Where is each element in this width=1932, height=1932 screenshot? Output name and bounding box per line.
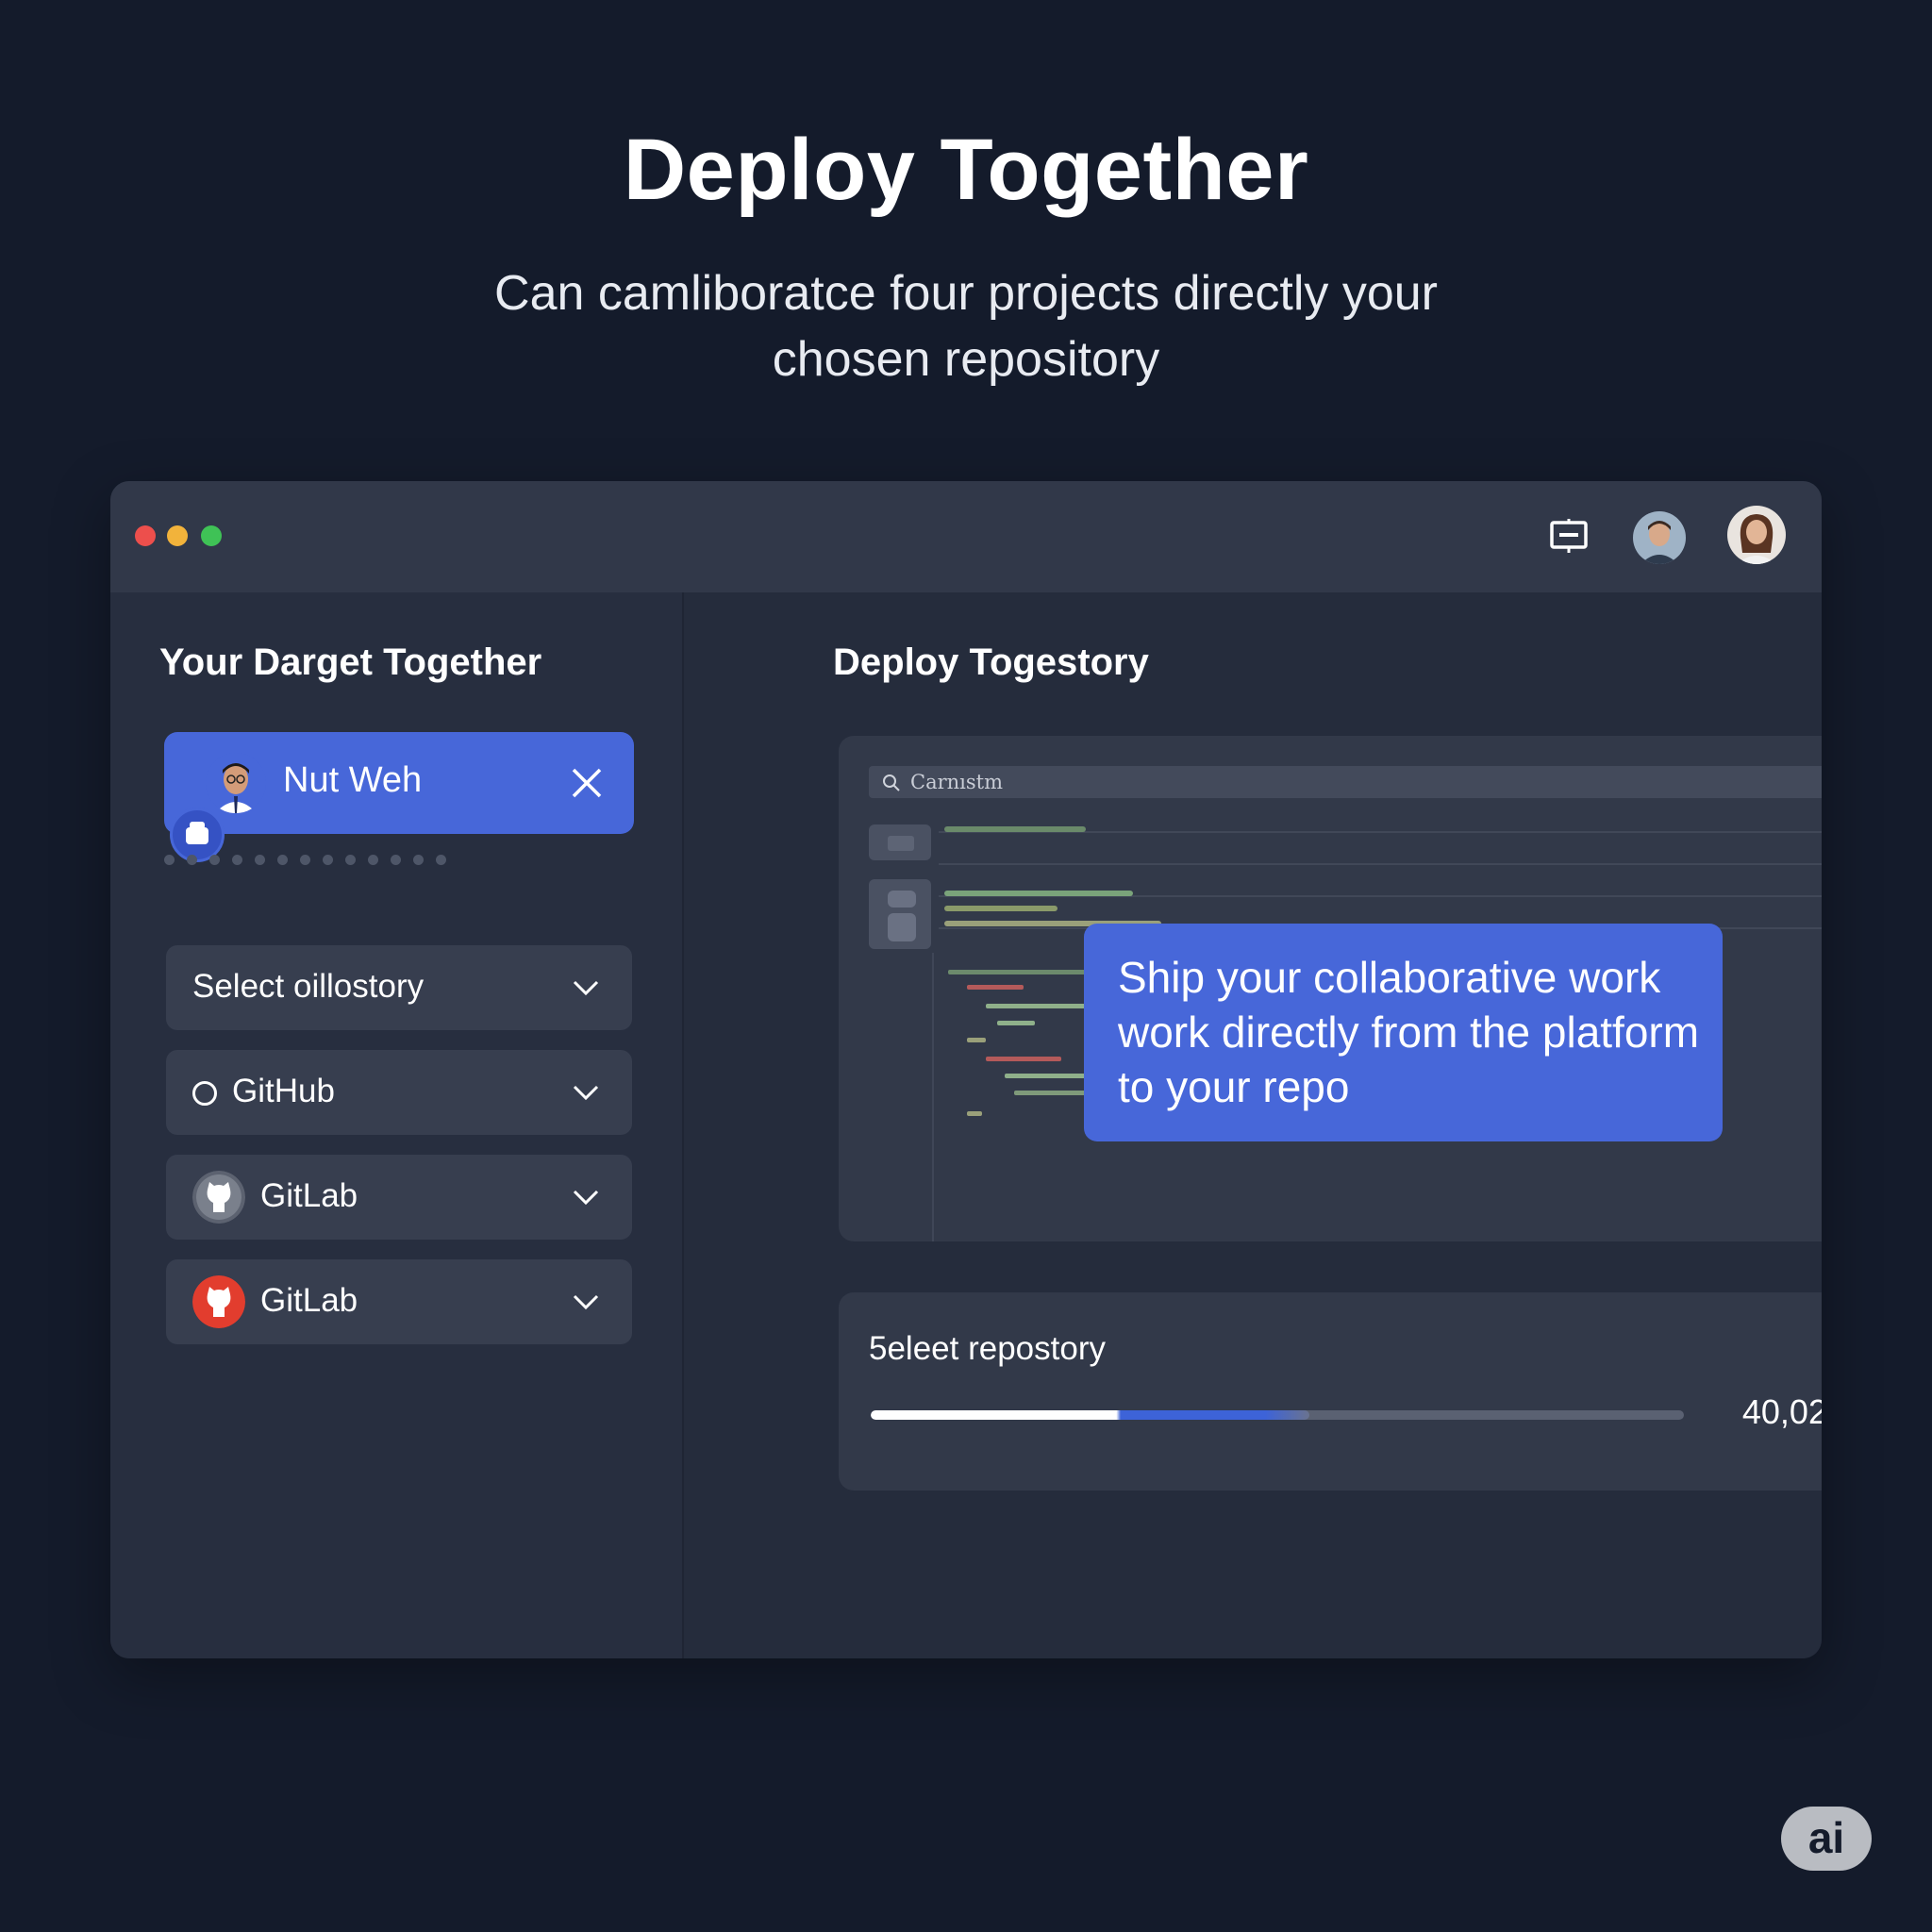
hero-subtitle-line-2: chosen repository bbox=[772, 332, 1160, 387]
hero-subtitle-line-1: Can camliboratce four projects directly … bbox=[494, 266, 1438, 321]
sidebar-title: Your Darget Together bbox=[159, 641, 542, 683]
page-dot[interactable] bbox=[436, 855, 446, 865]
page-dot[interactable] bbox=[277, 855, 288, 865]
repository-label: 5eleet repostory bbox=[869, 1330, 1106, 1367]
page-dot[interactable] bbox=[413, 855, 424, 865]
repository-progress-fill bbox=[871, 1410, 1310, 1420]
hero-subtitle: Can camliboratce four projects directly … bbox=[400, 260, 1532, 392]
user-avatar[interactable] bbox=[1727, 506, 1786, 564]
editor-search-text: Carnıstm bbox=[910, 771, 1003, 793]
gitlab-select-secondary[interactable]: GitLab bbox=[166, 1259, 632, 1344]
window-close-dot[interactable] bbox=[135, 525, 156, 546]
chevron-down-icon bbox=[573, 1190, 599, 1206]
page-dot[interactable] bbox=[300, 855, 310, 865]
collaborator-avatar[interactable] bbox=[1633, 511, 1686, 564]
window-maximize-dot[interactable] bbox=[201, 525, 222, 546]
repository-select-label: Select oillostory bbox=[192, 968, 425, 1005]
search-icon bbox=[883, 774, 900, 791]
editor-search-input[interactable]: Carnıstm bbox=[869, 766, 1822, 798]
page-dot[interactable] bbox=[187, 855, 197, 865]
chevron-down-icon bbox=[573, 1085, 599, 1101]
page-dot[interactable] bbox=[391, 855, 401, 865]
close-icon[interactable] bbox=[568, 764, 606, 802]
page-dot[interactable] bbox=[232, 855, 242, 865]
github-logo-icon bbox=[192, 1171, 245, 1224]
github-select-label: GitHub bbox=[232, 1073, 335, 1109]
repository-select[interactable]: Select oillostory bbox=[166, 945, 632, 1030]
user-chip[interactable]: Nut Weh bbox=[164, 732, 634, 862]
page-dot[interactable] bbox=[255, 855, 265, 865]
gitlab-select-secondary-label: GitLab bbox=[260, 1282, 358, 1319]
radio-ring-icon bbox=[192, 1081, 217, 1106]
repository-value: 40,025 bbox=[1741, 1392, 1822, 1431]
user-chip-avatar bbox=[206, 753, 266, 813]
callout-tooltip: Ship your collaborative work work direct… bbox=[1084, 924, 1723, 1141]
gitlab-select[interactable]: GitLab bbox=[166, 1155, 632, 1240]
page-dot[interactable] bbox=[345, 855, 356, 865]
chevron-down-icon bbox=[573, 980, 599, 996]
chevron-down-icon bbox=[573, 1294, 599, 1310]
gitlab-logo-icon bbox=[192, 1275, 245, 1328]
window-titlebar bbox=[110, 481, 1822, 592]
page-dot[interactable] bbox=[209, 855, 220, 865]
page-dot[interactable] bbox=[368, 855, 378, 865]
gitlab-select-label: GitLab bbox=[260, 1177, 358, 1214]
ai-badge[interactable]: ai bbox=[1781, 1807, 1872, 1871]
repository-progress-bar[interactable] bbox=[871, 1410, 1684, 1420]
user-chip-name: Nut Weh bbox=[283, 760, 423, 800]
callout-text: Ship your collaborative work work direct… bbox=[1118, 953, 1700, 1111]
pagination-dots bbox=[164, 853, 458, 866]
page-dot[interactable] bbox=[323, 855, 333, 865]
sidebar: Your Darget Together Nut Weh Select oill… bbox=[110, 592, 684, 1658]
screen-share-icon[interactable] bbox=[1548, 515, 1590, 557]
page-dot[interactable] bbox=[164, 855, 175, 865]
github-select[interactable]: GitHub bbox=[166, 1050, 632, 1135]
main-title: Deploy Togestory bbox=[833, 641, 1149, 683]
hero-title: Deploy Together bbox=[623, 122, 1309, 218]
repository-card: 5eleet repostory 40,025 bbox=[839, 1292, 1822, 1491]
window-minimize-dot[interactable] bbox=[167, 525, 188, 546]
